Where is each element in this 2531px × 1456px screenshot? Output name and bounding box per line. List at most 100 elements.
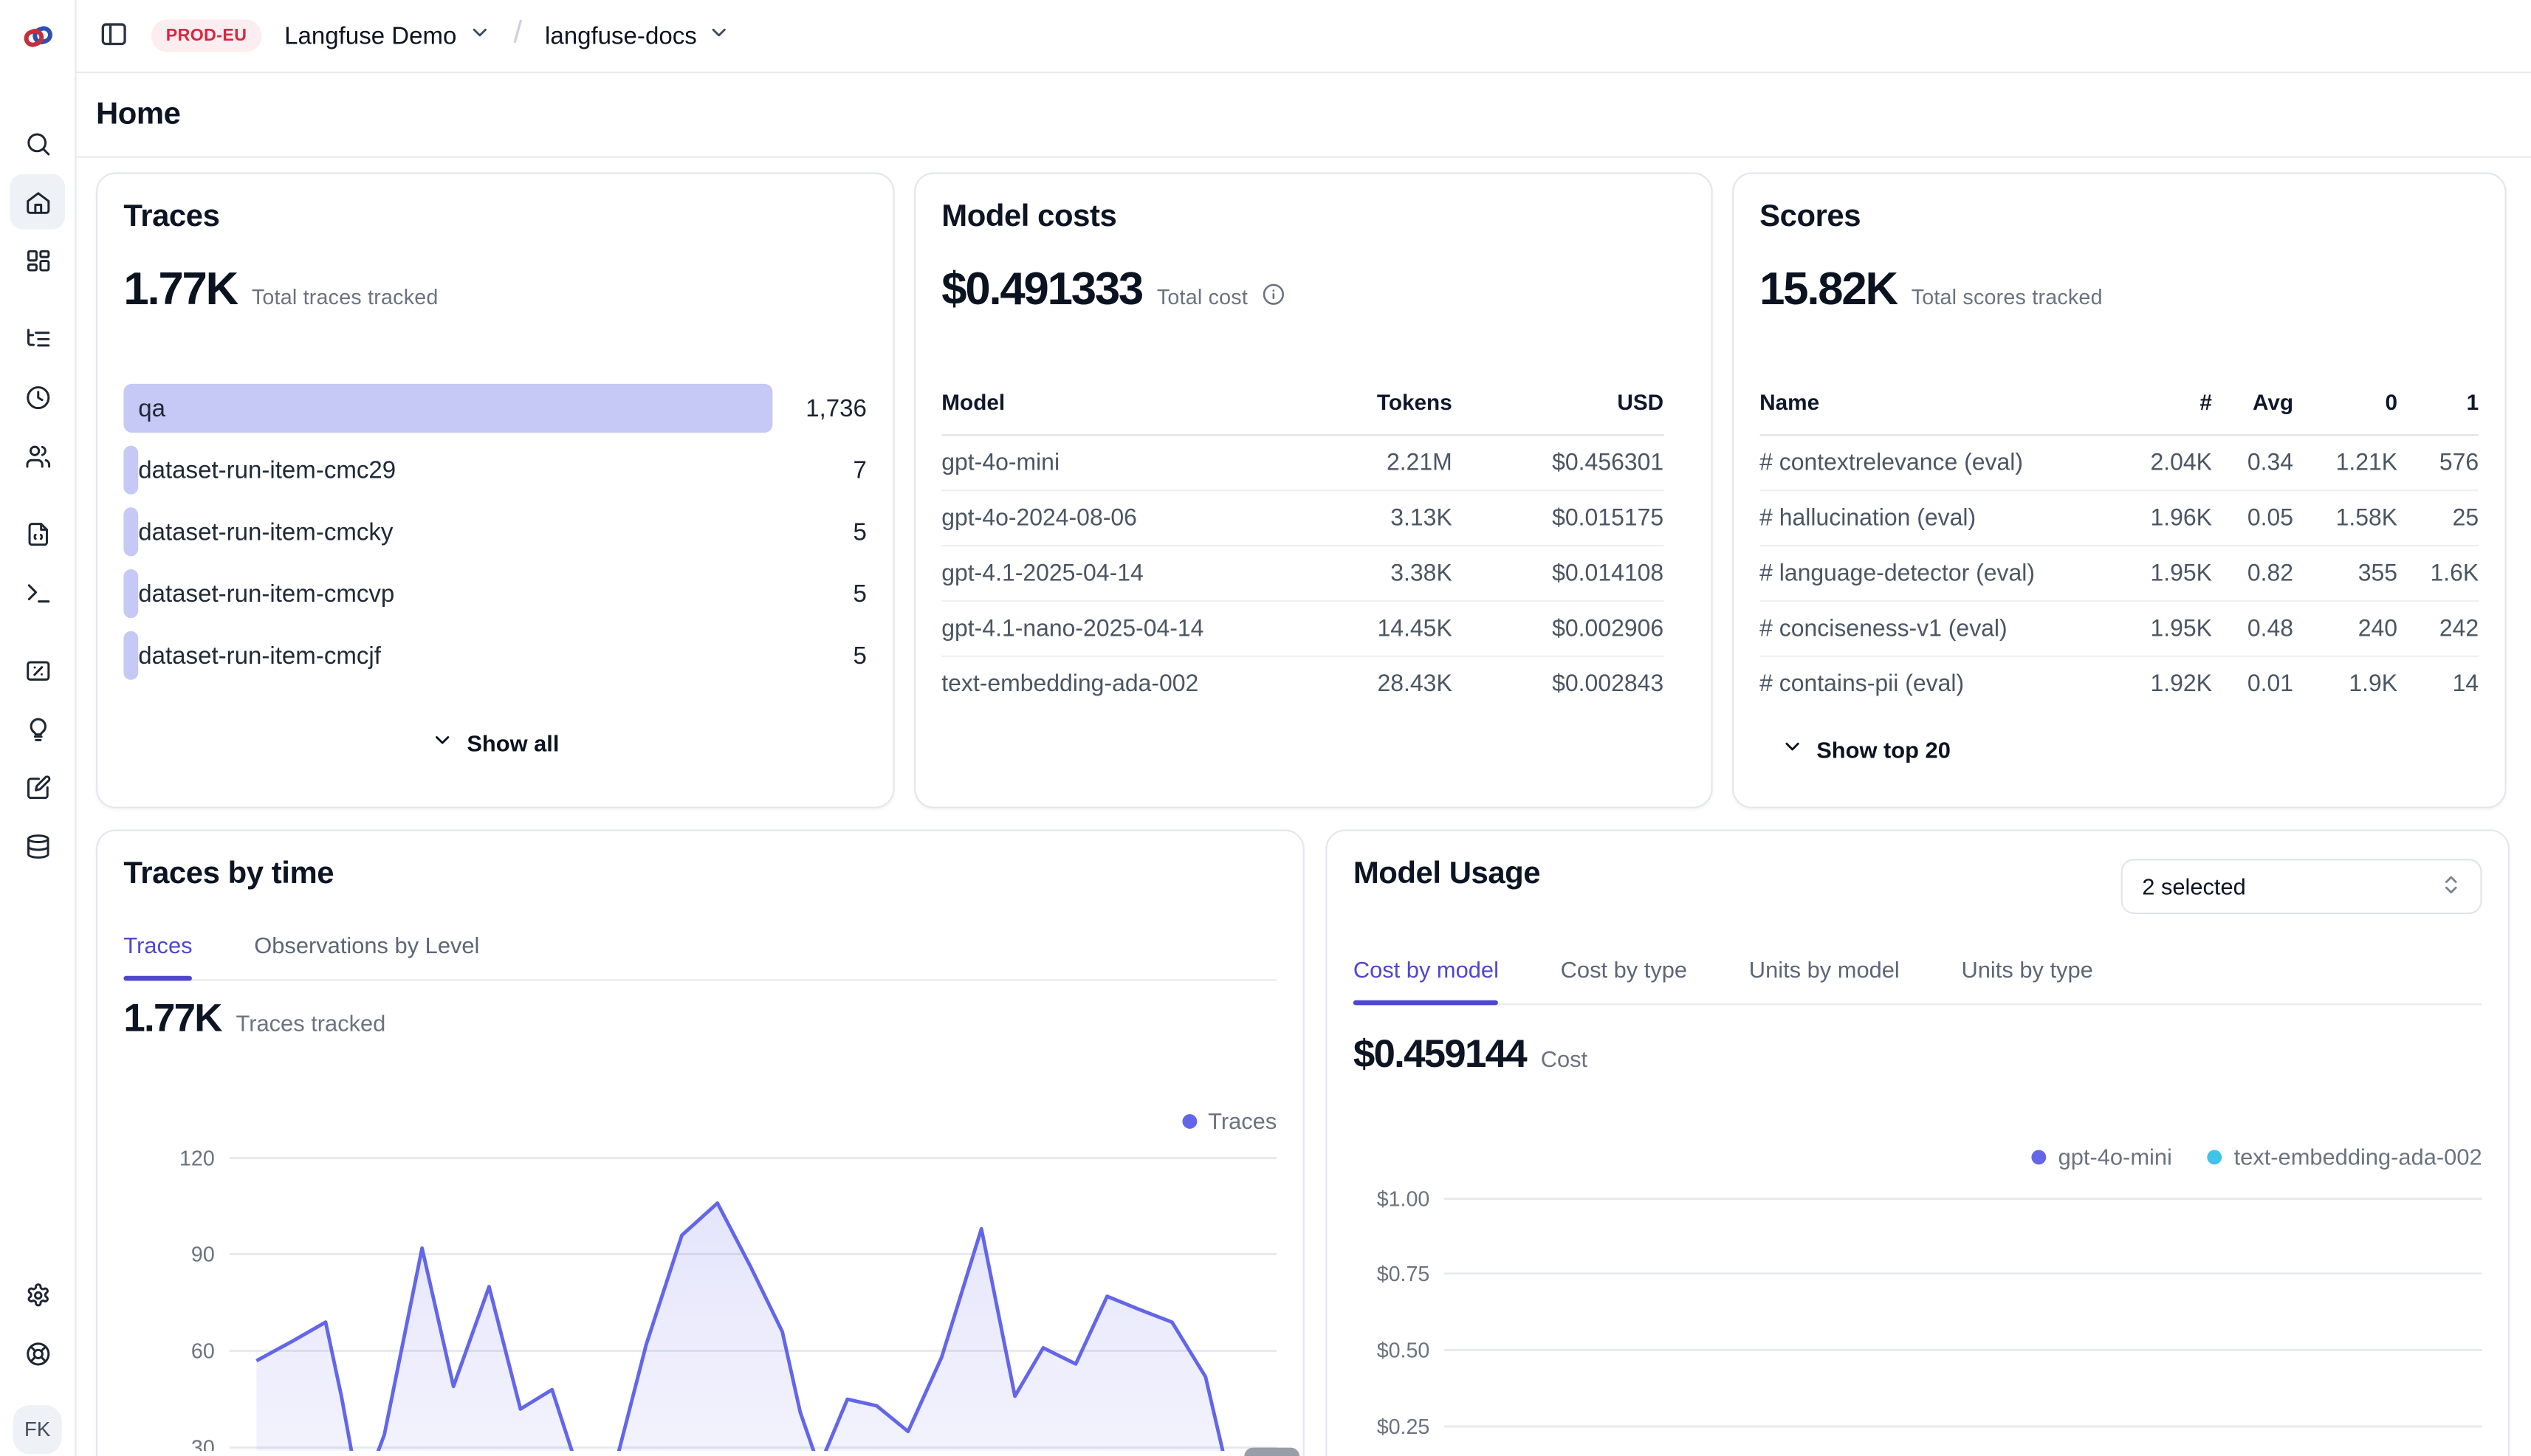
table-cell: 0.01: [2212, 657, 2293, 712]
table-cell: $0.014108: [1452, 546, 1663, 602]
table-cell: 0.82: [2212, 546, 2293, 602]
tab-traces[interactable]: Traces: [123, 932, 192, 979]
tab-cost-by-type[interactable]: Cost by type: [1561, 956, 1687, 1003]
project-name: langfuse-docs: [545, 22, 697, 49]
table-cell: 2.04K: [2098, 436, 2212, 491]
sidebar-item-home[interactable]: [10, 174, 65, 230]
scores-total-label: Total scores tracked: [1912, 285, 2103, 309]
model-usage-chart: $1.00$0.75$0.50$0.25: [1353, 1174, 2482, 1442]
sidebar-item-tracing[interactable]: [10, 311, 65, 366]
table-cell: 1.95K: [2098, 602, 2212, 657]
sidebar-item-users[interactable]: [10, 427, 65, 483]
legend-item: Traces: [1182, 1108, 1277, 1133]
table-cell: 0.34: [2212, 436, 2293, 491]
sidebar-nav: [0, 73, 75, 876]
sidebar-item-sessions[interactable]: [10, 369, 65, 425]
model-costs-card: Model costs $0.491333 Total cost ModelTo…: [914, 173, 1712, 808]
tab-units-by-type[interactable]: Units by type: [1961, 956, 2092, 1003]
table-cell: 0.48: [2212, 602, 2293, 657]
sidebar-item-prompts[interactable]: [10, 506, 65, 561]
table-cell: $0.002906: [1452, 602, 1663, 657]
info-icon[interactable]: [1263, 283, 1285, 314]
chevron-down-icon: [1781, 735, 1804, 763]
bar-value: 7: [772, 456, 867, 484]
horizontal-scrollbar-thumb[interactable]: [1244, 1448, 1299, 1456]
trace-bar-row: qa1,736: [123, 384, 867, 433]
sidebar-bottom: FK: [10, 1267, 65, 1456]
bar-value: 5: [772, 580, 867, 607]
settings-icon: [24, 1281, 51, 1308]
model-usage-tabs: Cost by model Cost by type Units by model U…: [1353, 956, 2482, 1005]
scores-table: Name#Avg01# contextrelevance (eval)2.04K…: [1759, 391, 2479, 712]
table-cell: 1.9K: [2293, 657, 2397, 712]
column-header: 0: [2293, 391, 2397, 436]
table-row: # contextrelevance (eval)2.04K0.341.21K5…: [1759, 436, 2479, 491]
traces-bar-list: qa1,736dataset-run-item-cmc297dataset-ru…: [123, 384, 867, 680]
sidebar-item-settings[interactable]: [10, 1267, 65, 1322]
table-cell: 1.21K: [2293, 436, 2397, 491]
sidebar-item-evaluation[interactable]: [10, 642, 65, 698]
table-cell: 1.92K: [2098, 657, 2212, 712]
column-header: 1: [2397, 391, 2479, 436]
model-select-value: 2 selected: [2142, 873, 2246, 899]
environment-badge[interactable]: PROD-EU: [151, 19, 261, 52]
card-title: Traces by time: [123, 857, 1277, 893]
column-header: Name: [1759, 391, 2098, 436]
table-cell: 1.95K: [2098, 546, 2212, 602]
bar-value: 5: [772, 518, 867, 546]
breadcrumb-separator: /: [514, 16, 523, 52]
sidebar-item-annotation[interactable]: [10, 760, 65, 815]
sidebar: FK: [0, 0, 77, 1456]
table-cell: 0.05: [2212, 491, 2293, 546]
sidebar-item-support[interactable]: [10, 1325, 65, 1381]
traces-by-time-chart: 120906030: [123, 1133, 1277, 1451]
bar-fill: [123, 507, 137, 556]
playground-icon: [24, 578, 51, 605]
show-top-20-button[interactable]: Show top 20: [1781, 735, 1951, 763]
table-cell: # language-detector (eval): [1759, 546, 2098, 602]
card-title: Scores: [1759, 200, 2479, 236]
sidebar-item-ideas[interactable]: [10, 701, 65, 756]
project-switcher[interactable]: langfuse-docs: [545, 21, 731, 51]
bar-label: qa: [138, 384, 165, 433]
sidebar-item-playground[interactable]: [10, 564, 65, 619]
svg-text:30: 30: [191, 1436, 215, 1450]
svg-text:120: 120: [179, 1147, 215, 1170]
users-icon: [24, 442, 51, 469]
card-title: Model Usage: [1353, 857, 1540, 893]
column-header: USD: [1452, 391, 1663, 436]
tab-cost-by-model[interactable]: Cost by model: [1353, 956, 1499, 1003]
org-switcher[interactable]: Langfuse Demo: [284, 21, 491, 51]
bar-zone: dataset-run-item-cmcvp: [123, 569, 772, 618]
table-row: gpt-4.1-nano-2025-04-1414.45K$0.002906: [941, 602, 1663, 657]
table-cell: 1.96K: [2098, 491, 2212, 546]
sidebar-toggle-button[interactable]: [99, 18, 128, 52]
tab-units-by-model[interactable]: Units by model: [1749, 956, 1900, 1003]
show-all-button[interactable]: Show all: [431, 729, 560, 756]
datasets-icon: [24, 832, 51, 859]
table-cell: 3.38K: [1257, 546, 1452, 602]
svg-text:$0.75: $0.75: [1377, 1263, 1430, 1286]
dashboards-icon: [24, 247, 51, 274]
svg-text:90: 90: [191, 1243, 215, 1266]
avatar[interactable]: FK: [13, 1405, 62, 1454]
table-cell: 242: [2397, 602, 2479, 657]
model-select[interactable]: 2 selected: [2121, 859, 2482, 914]
sidebar-item-datasets[interactable]: [10, 818, 65, 873]
table-cell: # contains-pii (eval): [1759, 657, 2098, 712]
tab-observations-by-level[interactable]: Observations by Level: [254, 932, 479, 979]
sidebar-item-search[interactable]: [10, 115, 65, 171]
table-cell: 14.45K: [1257, 602, 1452, 657]
page-header: Home: [77, 73, 2531, 158]
legend-item: gpt-4o-mini: [2032, 1144, 2172, 1170]
traces-total-label: Total traces tracked: [252, 285, 439, 309]
table-cell: 28.43K: [1257, 657, 1452, 712]
topbar: PROD-EU Langfuse Demo / langfuse-docs: [77, 0, 2531, 73]
chevron-down-icon: [468, 21, 491, 51]
support-icon: [24, 1339, 51, 1367]
table-cell: 355: [2293, 546, 2397, 602]
prompts-icon: [24, 520, 51, 547]
legend-dot: [1182, 1113, 1197, 1128]
legend-label: gpt-4o-mini: [2058, 1144, 2172, 1170]
sidebar-item-dashboards[interactable]: [10, 233, 65, 288]
